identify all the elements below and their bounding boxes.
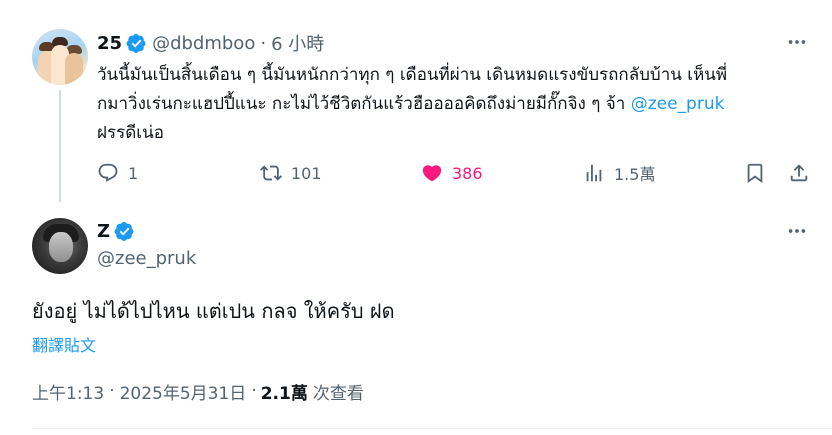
like-icon <box>422 165 442 182</box>
parent-avatar[interactable] <box>32 29 88 85</box>
bookmark-button[interactable] <box>744 158 766 188</box>
retweet-count: 101 <box>291 163 322 183</box>
views-button[interactable]: 1.5萬 <box>583 158 655 188</box>
more-icon-svg <box>788 40 806 44</box>
more-icon[interactable] <box>786 31 808 53</box>
parent-tweet[interactable]: 25 @dbdmboo · 6 小時 วันนี้มันเป็นสิ้นเดือ… <box>0 0 832 204</box>
tweet-time[interactable]: 上午1:13 <box>32 379 104 404</box>
verified-badge-icon-svg <box>114 221 134 241</box>
retweet-icon <box>260 165 282 181</box>
parent-action-bar: 1 101 386 1.5萬 <box>97 158 817 188</box>
tweet-text-line: กมาวิ่งเร่นกะแฮปปี้แนะ กะไม่ไว้ชีวิตกันแ… <box>97 90 817 119</box>
parent-handle[interactable]: @dbdmboo <box>152 33 255 54</box>
parent-time-ago[interactable]: 6 小時 <box>271 30 324 56</box>
like-button[interactable]: 386 <box>421 158 483 188</box>
tweet-detail-page: 25 @dbdmboo · 6 小時 วันนี้มันเป็นสิ้นเดือ… <box>0 0 832 435</box>
main-display-name[interactable]: Z <box>97 221 110 242</box>
main-header: Z <box>97 219 135 243</box>
avatar-figure <box>65 53 83 85</box>
tweet-text-segment: กมาวิ่งเร่นกะแฮปปี้แนะ กะไม่ไว้ชีวิตกันแ… <box>97 94 631 114</box>
more-icon-svg <box>788 229 806 233</box>
reply-icon <box>98 163 118 182</box>
tweet-timestamp-row: 上午1:13 · 2025年5月31日 · 2.1萬 次查看 <box>32 379 364 404</box>
reply-button[interactable]: 1 <box>97 158 138 188</box>
more-icon[interactable] <box>786 220 808 242</box>
views-icon <box>586 164 602 182</box>
tweet-views-label: 次查看 <box>312 383 364 404</box>
tweet-text-line: ฝรรดีเน่อ <box>97 123 164 143</box>
bookmark-icon <box>747 163 763 184</box>
meta-separator: · <box>251 381 257 401</box>
parent-header: 25 @dbdmboo · 6 小時 <box>97 30 324 56</box>
main-handle[interactable]: @zee_pruk <box>97 248 196 269</box>
share-icon <box>790 164 808 182</box>
share-button[interactable] <box>788 158 810 188</box>
verified-badge-icon-svg <box>126 33 146 53</box>
parent-tweet-text: วันนี้มันเป็นสิ้นเดือน ๆ นี้มันหนักกว่าท… <box>97 61 817 148</box>
like-count: 386 <box>452 163 483 183</box>
reply-count: 1 <box>128 163 139 183</box>
retweet-button[interactable]: 101 <box>260 158 322 188</box>
meta-separator: · <box>109 381 115 401</box>
main-tweet-text: ยังอยู่ ไม่ได้ไปไหน แต่เปน กลจ ให้ครับ ฝ… <box>32 299 395 323</box>
thread-connector-line <box>59 90 61 202</box>
tweet-date[interactable]: 2025年5月31日 <box>120 379 247 404</box>
main-avatar[interactable] <box>32 218 88 274</box>
verified-badge-icon <box>126 33 147 54</box>
verified-badge-icon <box>114 221 135 242</box>
translate-post-link[interactable]: 翻譯貼文 <box>32 332 96 356</box>
mention-link[interactable]: @zee_pruk <box>631 94 725 114</box>
divider <box>32 428 832 429</box>
tweet-views-count: 2.1萬 <box>260 383 308 404</box>
parent-display-name[interactable]: 25 <box>97 33 122 54</box>
meta-separator: · <box>260 32 267 54</box>
avatar-face <box>49 232 73 262</box>
tweet-text-line: วันนี้มันเป็นสิ้นเดือน ๆ นี้มันหนักกว่าท… <box>97 65 728 85</box>
views-count: 1.5萬 <box>614 165 656 184</box>
